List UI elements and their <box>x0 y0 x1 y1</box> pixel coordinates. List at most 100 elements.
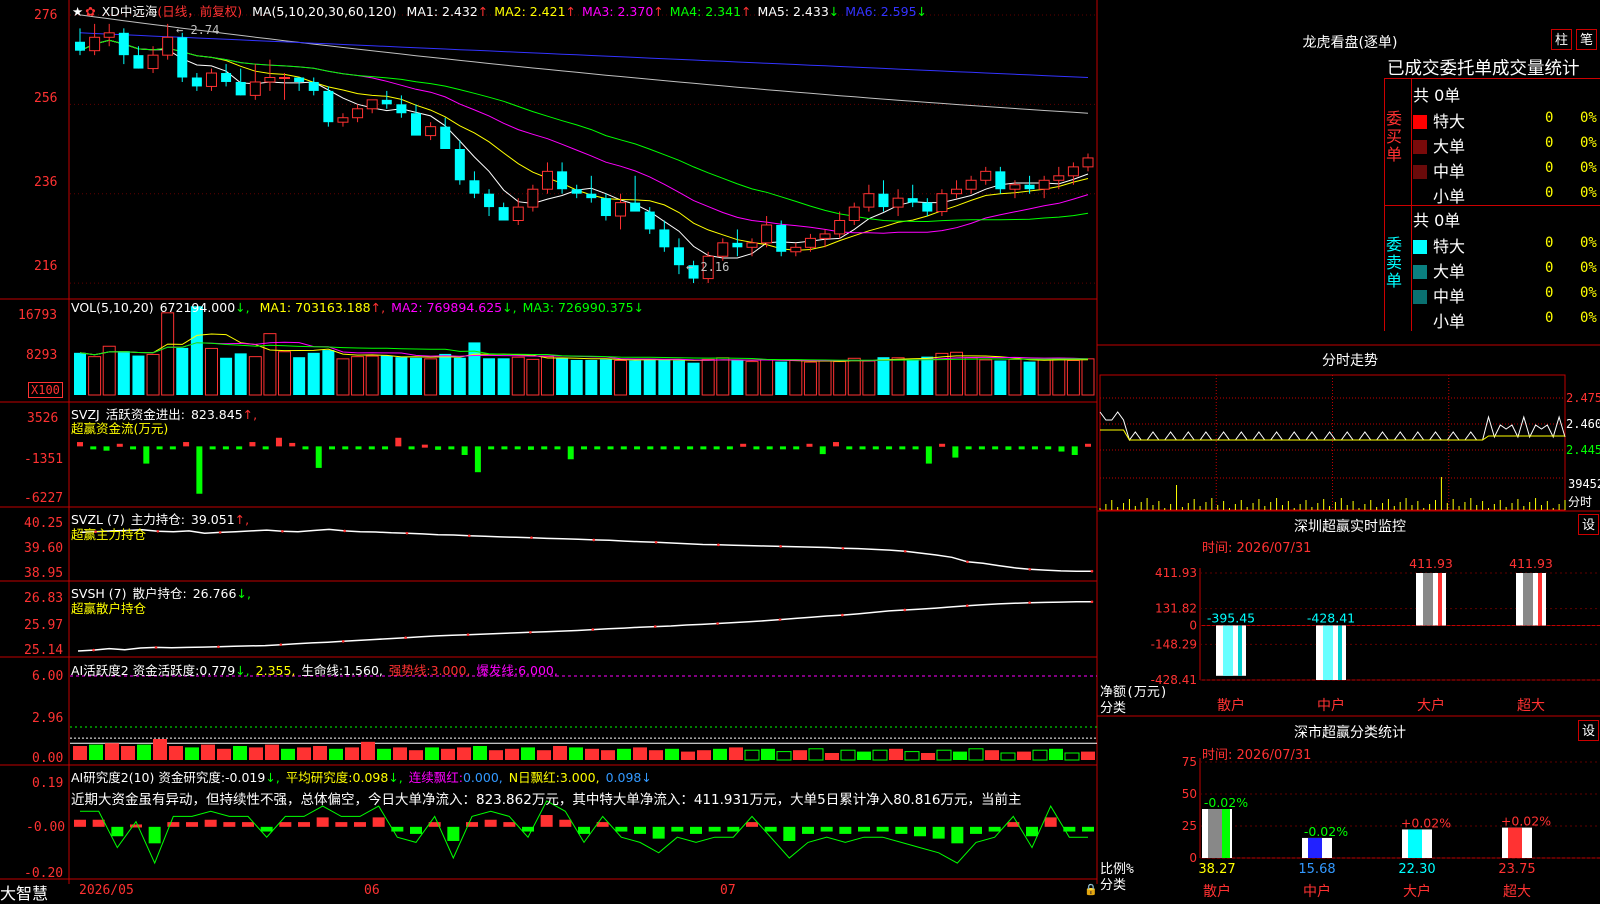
candle-body <box>732 242 743 248</box>
classify-bar-fill <box>1308 837 1322 858</box>
order-type-label: 大单 <box>1433 137 1466 156</box>
vol-header: VOL(5,10,20) 672194.000↓, MA1: 703163.188… <box>71 300 656 315</box>
ai1-burst-value: 6.000, <box>518 663 558 678</box>
y-label-256: 256 <box>34 91 58 106</box>
research-bar <box>839 826 852 834</box>
longhu-title: 龙虎看盘(逐单) <box>1302 35 1398 51</box>
svzl-y-bottom: 38.95 <box>24 566 64 581</box>
monitor-category-label: 大户 <box>1417 697 1445 714</box>
classify-settings-button[interactable]: 设 <box>1578 720 1599 741</box>
classify-bottom-label: 23.75 <box>1498 862 1535 877</box>
classify-bottom-label: 22.30 <box>1398 862 1435 877</box>
bar <box>395 437 402 447</box>
research-bar <box>559 819 572 827</box>
star-icon[interactable]: ★ <box>72 4 83 19</box>
research-bar <box>615 826 628 832</box>
bar <box>906 359 919 395</box>
ma-values: MA1: 2.432↑ MA2: 2.421↑ MA3: 2.370↑ MA4: 2.… <box>407 4 934 19</box>
bar <box>921 356 934 395</box>
monitor-settings-button[interactable]: 设 <box>1578 514 1599 535</box>
bar <box>554 446 561 450</box>
bar <box>1052 357 1066 396</box>
monitor-y-label: 411.93 <box>1155 566 1197 580</box>
order-pct: 0% <box>1580 260 1597 276</box>
bar-mode-button[interactable]: 柱 <box>1551 29 1572 50</box>
ai2-avg-arrow: ↓, <box>388 770 403 785</box>
bar <box>660 446 667 450</box>
research-bar <box>298 822 310 827</box>
candle-body <box>892 197 904 208</box>
bar <box>234 353 247 395</box>
intraday-y-bottom: 2.445 <box>1566 443 1600 457</box>
classify-bottom-label: 38.27 <box>1198 862 1235 877</box>
bar <box>541 446 548 450</box>
candle-body <box>630 202 641 212</box>
intraday-y-top: 2.475 <box>1566 391 1600 405</box>
order-count: 0 <box>1545 285 1554 301</box>
classify-bar-fill <box>1208 809 1222 858</box>
monitor-y-label: 131.82 <box>1155 602 1197 616</box>
classify-xlabel: 分类 <box>1100 878 1127 893</box>
candle-body <box>133 55 144 69</box>
research-bar <box>410 826 422 834</box>
ai2-lian-value: 0.000, <box>462 770 503 785</box>
monitor-category-label: 散户 <box>1217 697 1245 714</box>
activity-bar <box>889 748 903 760</box>
monitor-bar-shade <box>1323 625 1333 680</box>
activity-bar <box>921 753 935 760</box>
y-label-276: 276 <box>34 8 58 23</box>
brand-logo: 大智慧 <box>0 884 49 903</box>
activity-bar <box>281 748 295 760</box>
bar <box>329 446 335 450</box>
intraday-vol-unit: 分时 <box>1568 495 1593 509</box>
ma-arrow-5: ↓ <box>828 4 840 19</box>
bar <box>130 446 137 450</box>
holding-dot <box>841 546 845 550</box>
bar <box>833 442 839 447</box>
bar <box>912 446 919 450</box>
ma-line-2 <box>79 39 1089 251</box>
ma-arrow-6: ↓ <box>916 4 928 19</box>
tick-mode-button[interactable]: 笔 <box>1576 29 1597 50</box>
holding-dot <box>156 529 160 533</box>
bar <box>585 359 598 395</box>
candle-body <box>425 126 437 137</box>
ai-activity-chart <box>70 675 1097 761</box>
volume-chart <box>74 306 1095 396</box>
activity-bar <box>329 748 343 760</box>
ma-item-2: MA2: 2.421 <box>494 4 566 19</box>
bar <box>647 446 654 450</box>
stock-terminal: 411.93 131.82 0 -148.29 -428.41 -395.45 散户 -428… <box>0 0 1600 903</box>
activity-bar <box>633 747 647 760</box>
bar <box>793 446 800 450</box>
candle-body <box>804 237 816 248</box>
chart-canvas[interactable]: 411.93131.820-148.29-428.41-395.45散户-428… <box>0 0 1600 900</box>
ai1-header: AI活跃度2 资金活跃度:0.779↓, 2.355, 生命线:1.560, 强势线:… <box>71 660 564 679</box>
activity-bar <box>345 747 359 760</box>
research-bar <box>447 826 460 841</box>
activity-bar <box>872 749 888 761</box>
settings-icon[interactable]: ✿ <box>85 4 95 19</box>
low-label: ← 2.16 <box>686 260 730 274</box>
bar <box>474 446 481 473</box>
research-bar <box>111 826 124 837</box>
order-pct: 0% <box>1580 310 1597 326</box>
order-row-特大: 特大 <box>1413 233 1465 257</box>
ai2-y-bottom: -0.20 <box>24 866 64 881</box>
activity-bar <box>521 747 535 760</box>
bar <box>461 446 468 455</box>
candle-body <box>323 90 334 123</box>
bar <box>620 446 627 450</box>
classify-y-label: 25 <box>1182 819 1197 833</box>
ai1-life-label: 生命线: <box>301 663 344 678</box>
candle-body <box>366 99 378 110</box>
candle-body <box>746 242 758 248</box>
research-bar <box>783 826 796 841</box>
bar <box>594 446 601 450</box>
research-bar <box>951 826 964 844</box>
color-swatch <box>1413 140 1427 154</box>
ma-params: MA(5,10,20,30,60,120) <box>252 4 397 19</box>
lock-icon[interactable]: 🔒 <box>1084 883 1098 896</box>
holding-dot <box>467 534 471 538</box>
order-pct: 0% <box>1580 135 1597 151</box>
